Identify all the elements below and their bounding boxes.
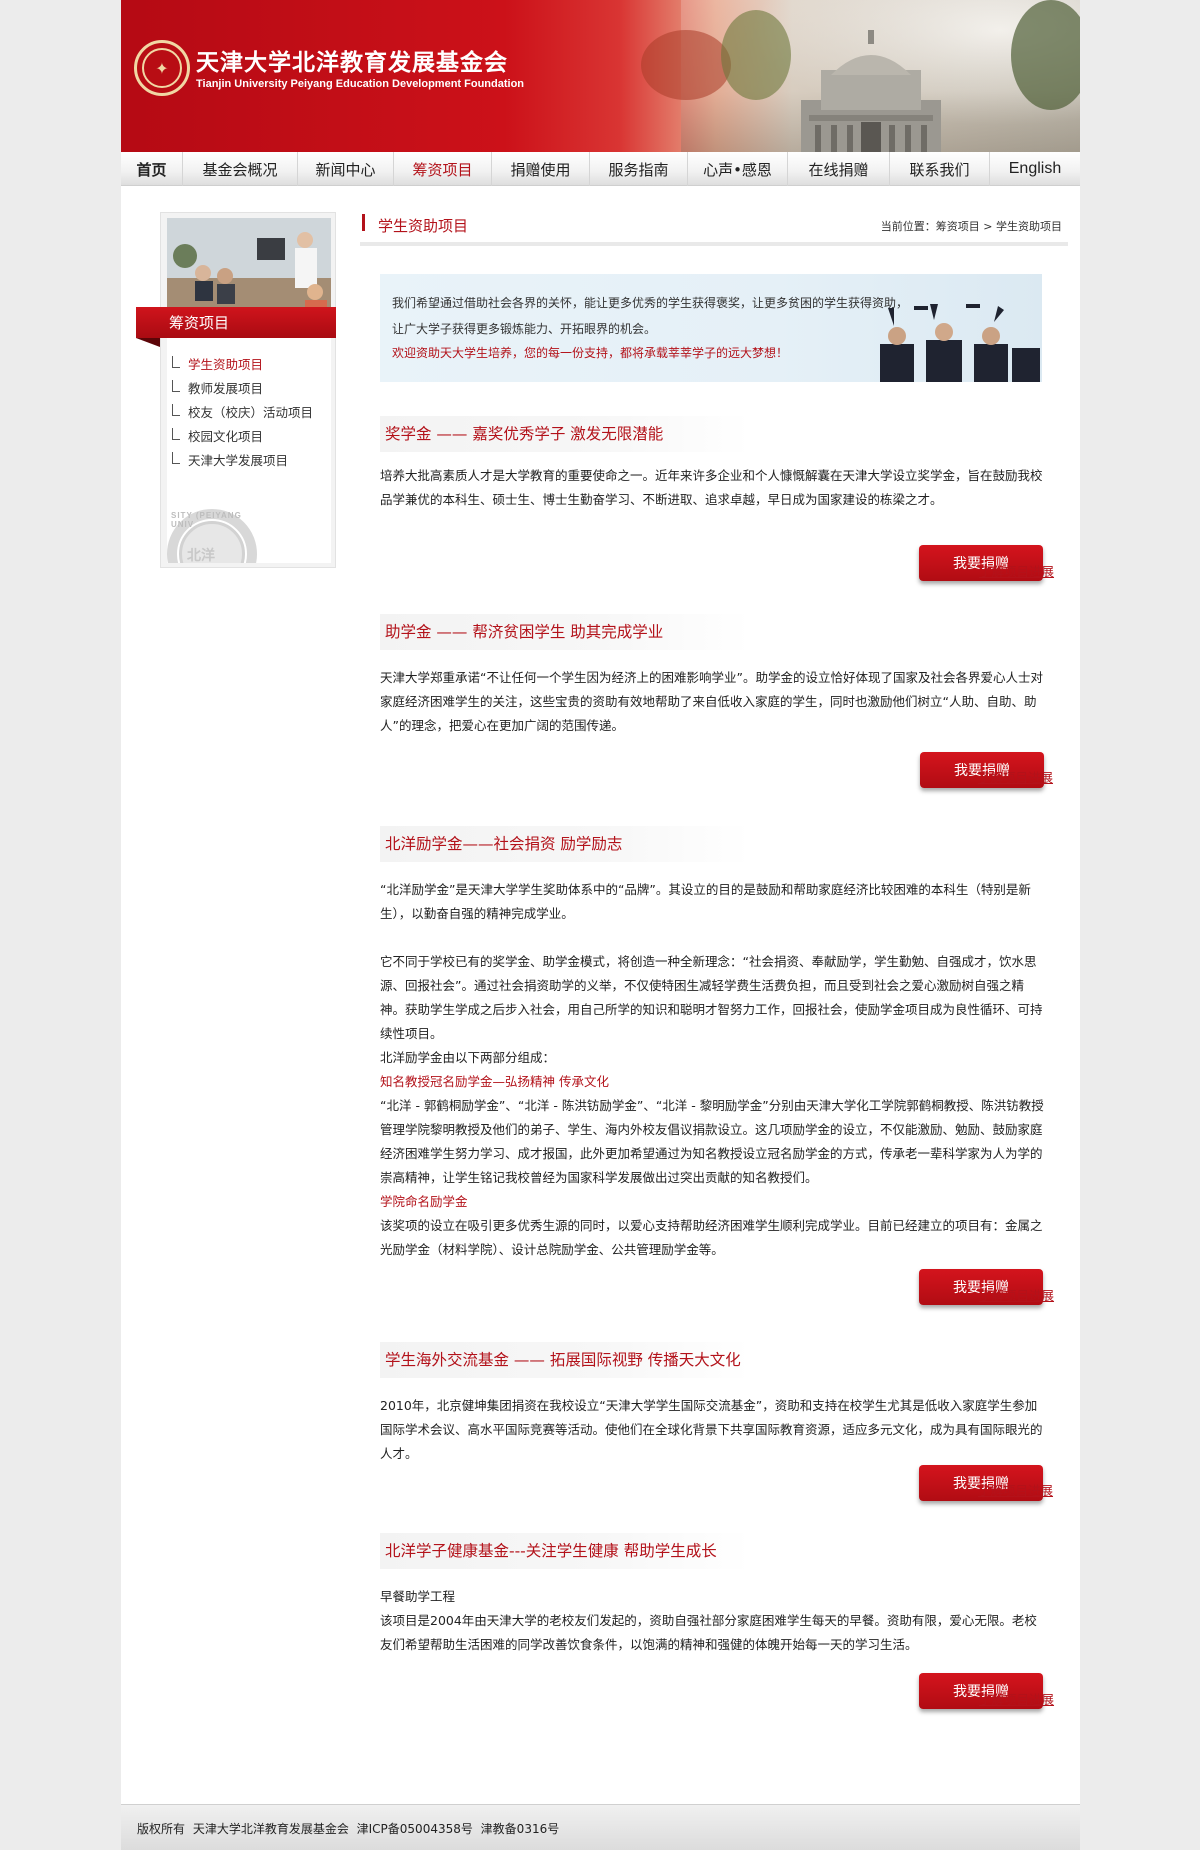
subsection-text-college-named: 该奖项的设立在吸引更多优秀生源的同时，以爱心支持帮助经济困难学生顺利完成学业。目… xyxy=(380,1218,1043,1257)
section-text-overseas-exchange: 2010年，北京健坤集团捐资在我校设立“天津大学学生国际交流基金”，资助和支持在… xyxy=(380,1398,1043,1461)
university-seal-watermark: SITY (PEIYANG UNIV 北洋 xyxy=(167,509,267,563)
foundation-logo-icon[interactable]: ✦ xyxy=(134,40,190,96)
subsection-title-text: 学院命名励学金 xyxy=(380,1194,468,1209)
nav-item-fundraising[interactable]: 筹资项目 xyxy=(394,152,492,186)
subsection-text-professor-named: “北洋 - 郭鹤桐励学金”、“北洋 - 陈洪钫励学金”、“北洋 - 黎明励学金”… xyxy=(380,1098,1044,1185)
section-title-peiyang-incentive: 北洋励学金——社会捐资 励学励志 xyxy=(380,826,750,862)
subsection-title-professor-named: 知名教授冠名励学金—弘扬精神 传承文化 xyxy=(380,1070,1044,1094)
section-title-scholarship: 奖学金 —— 嘉奖优秀学子 激发无限潜能 xyxy=(380,416,750,452)
nav-item-contact[interactable]: 联系我们 xyxy=(890,152,990,186)
nav-item-service-guide[interactable]: 服务指南 xyxy=(590,152,688,186)
banner-line-1: 我们希望通过借助社会各界的关怀，能让更多优秀的学生获得褒奖，让更多贫困的学生获得… xyxy=(392,296,909,310)
sidebar-item-teacher-dev[interactable]: 教师发展项目 xyxy=(171,377,313,401)
banner-line-2: 让广大学子获得更多锻炼能力、开拓眼界的机会。 xyxy=(392,322,657,336)
section-title-overseas-exchange: 学生海外交流基金 —— 拓展国际视野 传播天大文化 xyxy=(380,1342,750,1378)
logo-inner-ring: ✦ xyxy=(142,48,182,88)
progress-link[interactable]: 了解项目进展 xyxy=(978,1480,1053,1499)
sidebar-item-student-aid[interactable]: 学生资助项目 xyxy=(171,353,313,377)
sidebar-menu: 学生资助项目 教师发展项目 校友（校庆）活动项目 校园文化项目 天津大学发展项目 xyxy=(171,353,313,473)
nav-item-about[interactable]: 基金会概况 xyxy=(183,152,298,186)
subsection-title-text: 知名教授冠名励学金—弘扬精神 传承文化 xyxy=(380,1074,609,1089)
tree-corner-icon xyxy=(172,380,180,392)
meeting-photo-icon xyxy=(167,218,331,310)
title-bar: 学生资助项目 当前位置：筹资项目 > 学生资助项目 xyxy=(360,212,1068,246)
sidebar-item-label: 天津大学发展项目 xyxy=(188,453,289,468)
nav-item-voices[interactable]: 心声•感恩 xyxy=(688,152,788,186)
tree-corner-icon xyxy=(172,404,180,416)
seal-center-text: 北洋 xyxy=(187,548,215,563)
nav-item-donation-use[interactable]: 捐赠使用 xyxy=(492,152,590,186)
tree-corner-icon xyxy=(172,452,180,464)
sidebar-item-label: 校园文化项目 xyxy=(188,429,264,444)
section-text-peiyang-1: “北洋励学金”是天津大学学生奖助体系中的“品牌”。其设立的目的是鼓励和帮助家庭经… xyxy=(380,882,1031,921)
main-building-icon xyxy=(801,30,941,152)
sidebar: 筹资项目 学生资助项目 教师发展项目 校友（校庆）活动项目 校园文化项目 天津大… xyxy=(136,212,336,568)
header-tree xyxy=(641,30,731,100)
section-text-peiyang-2: 它不同于学校已有的奖学金、助学金模式，将创造一种全新理念：“社会捐资、奉献励学，… xyxy=(380,954,1043,1041)
section-text-grant: 天津大学郑重承诺“不让任何一个学生因为经济上的困难影响学业”。助学金的设立恰好体… xyxy=(380,670,1043,733)
main-nav: 首页 基金会概况 新闻中心 筹资项目 捐赠使用 服务指南 心声•感恩 在线捐赠 … xyxy=(121,152,1080,186)
site-footer: 版权所有 天津大学北洋教育发展基金会 津ICP备05004358号 津教备031… xyxy=(121,1804,1080,1850)
footer-copyright: 版权所有 天津大学北洋教育发展基金会 津ICP备05004358号 津教备031… xyxy=(137,1822,560,1836)
sidebar-item-label: 教师发展项目 xyxy=(188,381,264,396)
section-text-peiyang-3: 北洋励学金由以下两部分组成： xyxy=(380,1050,556,1065)
header-tree xyxy=(721,10,791,100)
seal-arc-text: SITY (PEIYANG UNIV xyxy=(171,511,242,529)
progress-link[interactable]: 了解项目进展 xyxy=(979,561,1054,580)
progress-link[interactable]: 了解项目进展 xyxy=(979,1689,1054,1708)
section-title-health-fund: 北洋学子健康基金---关注学生健康 帮助学生成长 xyxy=(380,1533,750,1569)
title-marker xyxy=(362,214,365,231)
banner-line-3: 欢迎资助天大学生培养，您的每一份支持，都将承载莘莘学子的远大梦想！ xyxy=(392,346,789,360)
graduates-icon xyxy=(880,304,1040,382)
subsection-title-college-named: 学院命名励学金 xyxy=(380,1190,1044,1214)
site-header: ✦ 天津大学北洋教育发展基金会 Tianjin University Peiya… xyxy=(121,0,1080,152)
nav-item-online-donation[interactable]: 在线捐赠 xyxy=(788,152,890,186)
section-text-scholarship: 培养大批高素质人才是大学教育的重要使命之一。近年来许多企业和个人慷慨解囊在天津大… xyxy=(380,468,1043,507)
nav-item-english[interactable]: English xyxy=(990,152,1080,186)
nav-item-home[interactable]: 首页 xyxy=(121,152,183,186)
section-text-health-fund: 该项目是2004年由天津大学的老校友们发起的，资助自强社部分家庭困难学生每天的早… xyxy=(380,1613,1037,1652)
sidebar-item-campus-culture[interactable]: 校园文化项目 xyxy=(171,425,313,449)
sidebar-item-label: 校友（校庆）活动项目 xyxy=(188,405,314,420)
nav-item-news[interactable]: 新闻中心 xyxy=(298,152,394,186)
sidebar-item-label: 学生资助项目 xyxy=(188,357,264,372)
sidebar-meeting-photo xyxy=(167,218,331,310)
sidebar-header: 筹资项目 xyxy=(136,307,336,347)
site-subtitle: Tianjin University Peiyang Education Dev… xyxy=(196,78,525,90)
intro-banner: 我们希望通过借助社会各界的关怀，能让更多优秀的学生获得褒奖，让更多贫困的学生获得… xyxy=(380,274,1042,382)
page: ✦ 天津大学北洋教育发展基金会 Tianjin University Peiya… xyxy=(121,0,1080,1850)
progress-link[interactable]: 了解项目进展 xyxy=(979,1285,1054,1304)
page-title: 学生资助项目 xyxy=(378,217,469,235)
site-title: 天津大学北洋教育发展基金会 xyxy=(196,50,508,76)
breadcrumb: 当前位置：筹资项目 > 学生资助项目 xyxy=(880,220,1062,233)
tree-corner-icon xyxy=(172,428,180,440)
sidebar-item-university-dev[interactable]: 天津大学发展项目 xyxy=(171,449,313,473)
tree-corner-icon xyxy=(172,356,180,368)
subsection-title-breakfast: 早餐助学工程 xyxy=(380,1589,456,1604)
progress-link[interactable]: 了解项目进展 xyxy=(978,767,1053,786)
section-title-grant: 助学金 —— 帮济贫困学生 助其完成学业 xyxy=(380,614,750,650)
sidebar-item-alumni[interactable]: 校友（校庆）活动项目 xyxy=(171,401,313,425)
